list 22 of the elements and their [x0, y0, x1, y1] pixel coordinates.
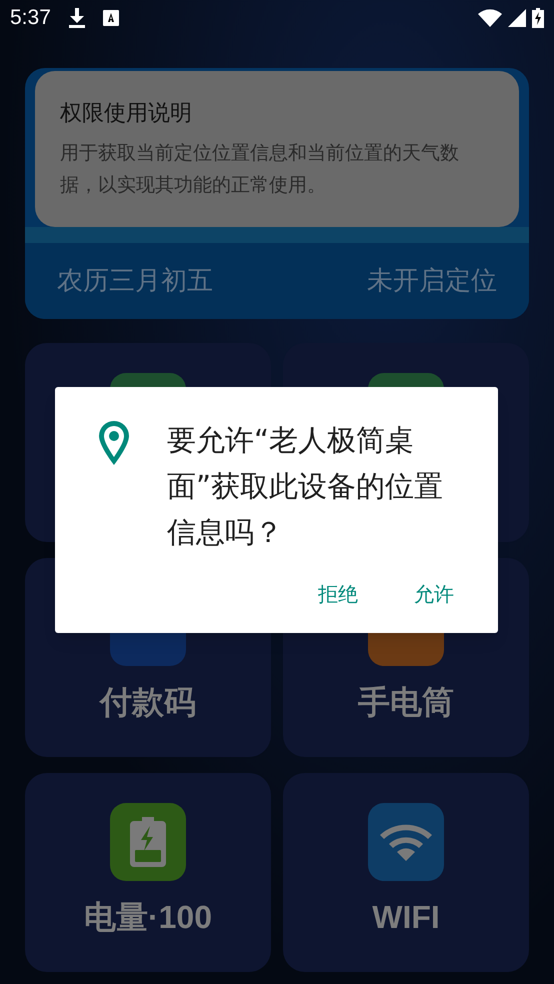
app-tile[interactable]: 电量·100 [25, 773, 271, 972]
info-card-body: 用于获取当前定位位置信息和当前位置的天气数据，以实现其功能的正常使用。 [60, 141, 460, 198]
dialog-button[interactable]: 允许 [406, 575, 462, 613]
app-tile-label: 电量·100 [84, 898, 212, 937]
wifi-icon [380, 823, 432, 861]
app-tile[interactable]: WIFI [283, 773, 529, 972]
battery-charging-icon [532, 8, 544, 28]
dialog-button[interactable]: 拒绝 [310, 575, 366, 613]
app-tile-label: WIFI [372, 898, 440, 937]
info-card-title: 权限使用说明 [60, 100, 193, 128]
app-tile-label: 手电筒 [358, 683, 454, 722]
cell-signal-icon [508, 9, 526, 27]
location-pin-icon [97, 419, 131, 467]
app-tile-label: 付款码 [100, 683, 196, 722]
battery-charging-icon [130, 817, 166, 867]
wifi-signal-icon [478, 9, 502, 27]
status-time: 5:37 [10, 5, 51, 32]
dialog-message: 要允许“老人极简桌面”获取此设备的位置信息吗？ [167, 422, 444, 551]
download-icon [68, 8, 85, 28]
text-box-icon [102, 10, 119, 26]
lunar-date: 农历三月初五 [57, 264, 213, 298]
location-status: 未开启定位 [367, 264, 497, 298]
